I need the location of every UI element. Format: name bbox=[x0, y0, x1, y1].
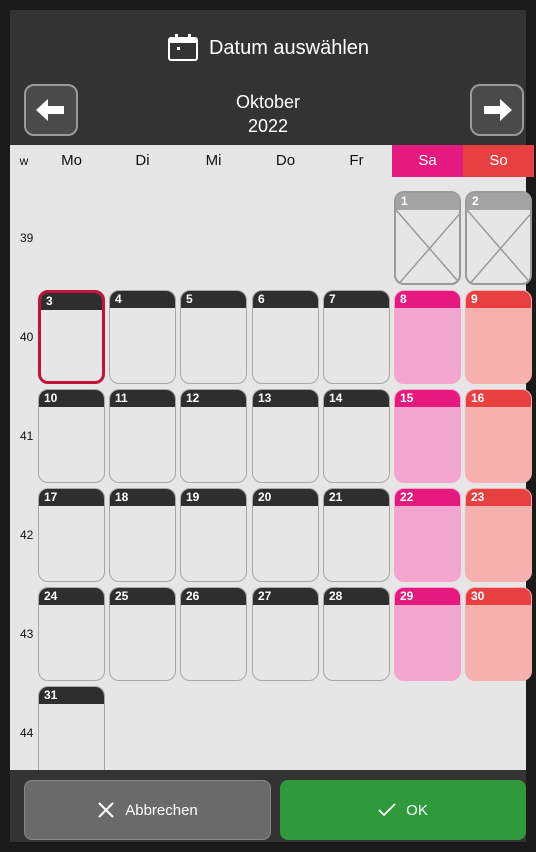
year-label: 2022 bbox=[247, 116, 289, 136]
unavailable-cross-icon bbox=[396, 209, 459, 283]
dialog-header: Datum auswählen Oktober 2022 bbox=[10, 10, 526, 145]
arrow-right-icon bbox=[484, 99, 512, 121]
weekday-fr: Fr bbox=[349, 152, 364, 169]
weekday-di: Di bbox=[135, 152, 150, 169]
date-picker-dialog: Datum auswählen Oktober 2022 w Mo Di Mi … bbox=[10, 10, 534, 842]
day-number: 23 bbox=[466, 489, 531, 506]
day-cell-saturday[interactable]: 29 bbox=[394, 587, 461, 681]
day-number: 24 bbox=[39, 588, 104, 605]
calendar-icon bbox=[167, 34, 198, 61]
day-number: 8 bbox=[395, 291, 460, 308]
day-cell[interactable]: 13 bbox=[252, 389, 319, 483]
day-cell[interactable]: 21 bbox=[323, 488, 390, 582]
day-number: 14 bbox=[324, 390, 389, 407]
cancel-button[interactable]: Abbrechen bbox=[24, 780, 271, 840]
day-number: 5 bbox=[181, 291, 246, 308]
day-cell[interactable]: 14 bbox=[323, 389, 390, 483]
title-row: Datum auswählen bbox=[10, 32, 526, 64]
day-number: 1 bbox=[396, 193, 459, 210]
day-cell-saturday[interactable]: 15 bbox=[394, 389, 461, 483]
month-year-label: Oktober 2022 bbox=[10, 90, 526, 138]
day-number: 3 bbox=[41, 293, 102, 310]
close-icon bbox=[98, 802, 114, 818]
day-number: 6 bbox=[253, 291, 318, 308]
weekday-sa: Sa bbox=[392, 145, 463, 177]
day-number: 31 bbox=[39, 687, 104, 704]
weekday-mi: Mi bbox=[205, 152, 222, 169]
day-number: 4 bbox=[110, 291, 175, 308]
ok-button-label: OK bbox=[406, 801, 428, 819]
day-cell-sunday[interactable]: 16 bbox=[465, 389, 532, 483]
cancel-button-label: Abbrechen bbox=[125, 801, 198, 819]
weekday-do: Do bbox=[275, 152, 296, 169]
day-number: 28 bbox=[324, 588, 389, 605]
day-cell[interactable]: 4 bbox=[109, 290, 176, 384]
next-month-button[interactable] bbox=[470, 84, 524, 136]
day-number: 9 bbox=[466, 291, 531, 308]
day-cell[interactable]: 26 bbox=[180, 587, 247, 681]
day-number: 25 bbox=[110, 588, 175, 605]
day-cell[interactable]: 31 bbox=[38, 686, 105, 780]
day-cell[interactable]: 18 bbox=[109, 488, 176, 582]
day-number: 2 bbox=[467, 193, 530, 210]
ok-button[interactable]: OK bbox=[280, 780, 526, 840]
day-cell[interactable]: 25 bbox=[109, 587, 176, 681]
week-column-header: w bbox=[19, 154, 29, 168]
week-number: 43 bbox=[20, 627, 34, 641]
calendar-grid: w Mo Di Mi Do Fr Sa So 39 40 41 42 43 44… bbox=[10, 145, 534, 780]
week-number: 41 bbox=[20, 429, 34, 443]
day-number: 29 bbox=[395, 588, 460, 605]
month-label: Oktober bbox=[235, 92, 301, 112]
day-cell[interactable]: 6 bbox=[252, 290, 319, 384]
day-cell-sunday[interactable]: 23 bbox=[465, 488, 532, 582]
day-cell[interactable]: 12 bbox=[180, 389, 247, 483]
day-number: 11 bbox=[110, 390, 175, 407]
week-number: 44 bbox=[20, 726, 34, 740]
week-number: 40 bbox=[20, 330, 34, 344]
day-cell[interactable]: 20 bbox=[252, 488, 319, 582]
day-cell[interactable]: 7 bbox=[323, 290, 390, 384]
day-cell-sunday[interactable]: 9 bbox=[465, 290, 532, 384]
dialog-footer: Abbrechen OK bbox=[10, 770, 526, 842]
day-number: 22 bbox=[395, 489, 460, 506]
day-cell[interactable]: 28 bbox=[323, 587, 390, 681]
day-cell[interactable]: 10 bbox=[38, 389, 105, 483]
day-cell[interactable]: 27 bbox=[252, 587, 319, 681]
day-number: 17 bbox=[39, 489, 104, 506]
unavailable-cross-icon bbox=[467, 209, 530, 283]
day-cell[interactable]: 19 bbox=[180, 488, 247, 582]
day-number: 21 bbox=[324, 489, 389, 506]
day-number: 13 bbox=[253, 390, 318, 407]
day-cell-disabled: 1 bbox=[394, 191, 461, 285]
day-cell[interactable]: 5 bbox=[180, 290, 247, 384]
day-number: 10 bbox=[39, 390, 104, 407]
day-number: 27 bbox=[253, 588, 318, 605]
day-number: 20 bbox=[253, 489, 318, 506]
day-number: 7 bbox=[324, 291, 389, 308]
day-number: 16 bbox=[466, 390, 531, 407]
day-cell[interactable]: 11 bbox=[109, 389, 176, 483]
week-number: 39 bbox=[20, 231, 34, 245]
day-cell-saturday[interactable]: 22 bbox=[394, 488, 461, 582]
day-cell-disabled: 2 bbox=[465, 191, 532, 285]
day-cell-selected[interactable]: 3 bbox=[38, 290, 105, 384]
day-cell[interactable]: 17 bbox=[38, 488, 105, 582]
day-cell-sunday[interactable]: 30 bbox=[465, 587, 532, 681]
day-number: 19 bbox=[181, 489, 246, 506]
day-number: 18 bbox=[110, 489, 175, 506]
day-number: 12 bbox=[181, 390, 246, 407]
day-cell-saturday[interactable]: 8 bbox=[394, 290, 461, 384]
day-number: 15 bbox=[395, 390, 460, 407]
day-cell[interactable]: 24 bbox=[38, 587, 105, 681]
dialog-title: Datum auswählen bbox=[208, 36, 370, 59]
checkmark-icon bbox=[378, 803, 396, 817]
weekday-so: So bbox=[463, 145, 534, 177]
week-number: 42 bbox=[20, 528, 34, 542]
weekday-mo: Mo bbox=[61, 152, 82, 169]
day-number: 26 bbox=[181, 588, 246, 605]
day-number: 30 bbox=[466, 588, 531, 605]
